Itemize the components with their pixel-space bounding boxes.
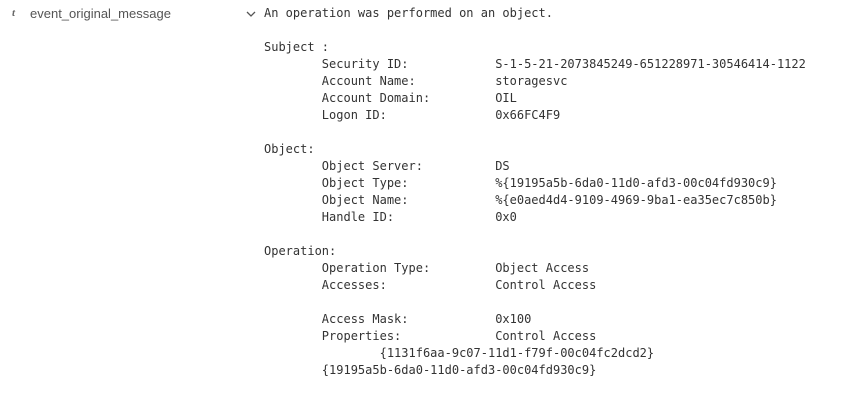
- string-type-icon: t: [12, 7, 16, 19]
- chevron-down-icon[interactable]: [245, 8, 257, 20]
- field-value-message: An operation was performed on an object.…: [264, 6, 806, 377]
- field-name[interactable]: event_original_message: [30, 6, 171, 21]
- event-field-row: t event_original_message An operation wa…: [0, 0, 864, 415]
